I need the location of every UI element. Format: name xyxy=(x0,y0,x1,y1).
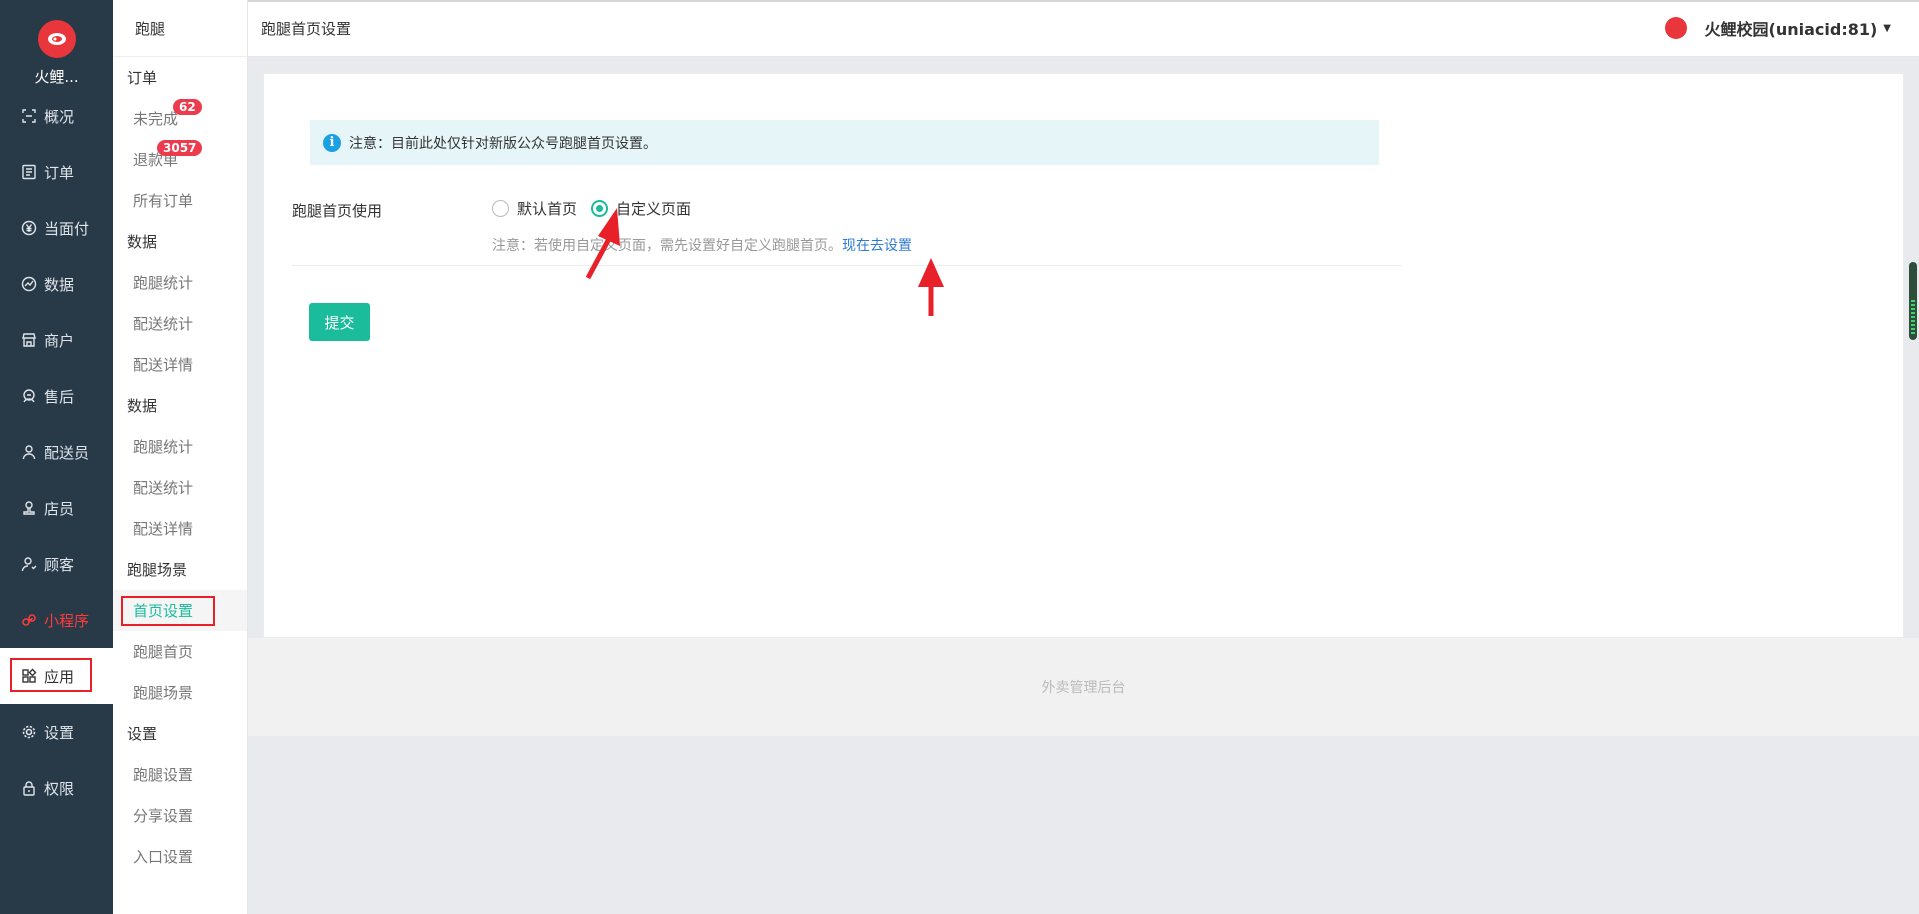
account-name: 火鲤校园(uniacid:81) xyxy=(1704,20,1878,39)
rail-label: 小程序 xyxy=(44,611,90,630)
settings-panel: i 注意：目前此处仅针对新版公众号跑腿首页设置。 跑腿首页使用 默认首页 自定义… xyxy=(263,73,1904,638)
sub-item-label: 未完成 xyxy=(133,110,179,128)
sub-item-delivery-stats[interactable]: 配送统计 xyxy=(113,303,247,344)
notice-text: 注意：目前此处仅针对新版公众号跑腿首页设置。 xyxy=(349,135,657,152)
annotation-highlight-box xyxy=(10,658,92,692)
sub-item-delivery-detail[interactable]: 配送详情 xyxy=(113,344,247,385)
sub-item-run-home[interactable]: 跑腿首页 xyxy=(113,631,247,672)
page-title: 跑腿首页设置 xyxy=(261,20,352,38)
group-scene: 跑腿场景 xyxy=(127,561,188,579)
radio-default-home[interactable]: 默认首页 xyxy=(492,198,577,219)
footer-text: 外卖管理后台 xyxy=(248,638,1919,736)
brand-name: 火鲤... xyxy=(34,67,79,86)
group-order: 订单 xyxy=(127,69,158,87)
notice-banner: i 注意：目前此处仅针对新版公众号跑腿首页设置。 xyxy=(310,120,1379,165)
top-bar: 跑腿首页设置 火鲤校园(uniacid:81) ▼ xyxy=(248,0,1919,57)
service-icon xyxy=(20,387,38,405)
rail-item-facepay[interactable]: 当面付 xyxy=(0,200,113,256)
annotation-highlight-box xyxy=(121,596,215,626)
radio-label: 默认首页 xyxy=(517,200,578,218)
sub-nav-title: 跑腿 xyxy=(113,0,247,57)
sub-item-unfinished[interactable]: 未完成 62 xyxy=(113,98,247,139)
rail-label: 店员 xyxy=(44,499,75,518)
sub-item-share-settings[interactable]: 分享设置 xyxy=(113,795,247,836)
sub-item-delivery-stats-2[interactable]: 配送统计 xyxy=(113,467,247,508)
sub-item-delivery-detail-2[interactable]: 配送详情 xyxy=(113,508,247,549)
radio-label: 自定义页面 xyxy=(616,200,692,218)
info-icon: i xyxy=(323,133,341,152)
hint-text: 注意：若使用自定义页面，需先设置好自定义跑腿首页。 xyxy=(492,238,842,254)
overview-icon xyxy=(20,107,38,125)
rail-label: 设置 xyxy=(44,723,75,742)
rail-label: 商户 xyxy=(44,331,75,350)
rail-label: 当面付 xyxy=(44,219,90,238)
sub-item-run-settings[interactable]: 跑腿设置 xyxy=(113,754,247,795)
home-usage-radio-group: 默认首页 自定义页面 xyxy=(492,198,705,219)
sub-item-home-settings[interactable]: 首页设置 xyxy=(113,590,247,631)
submit-button[interactable]: 提交 xyxy=(309,303,370,341)
rail-label: 顾客 xyxy=(44,555,75,574)
rail-item-permission[interactable]: 权限 xyxy=(0,760,113,816)
rail-item-customer[interactable]: 顾客 xyxy=(0,536,113,592)
rail-label: 订单 xyxy=(44,163,75,182)
brand-logo-icon[interactable] xyxy=(37,19,76,58)
count-badge: 62 xyxy=(173,99,202,115)
radio-checked-icon xyxy=(591,200,609,217)
gear-icon xyxy=(20,723,38,741)
sub-item-run-stats-2[interactable]: 跑腿统计 xyxy=(113,426,247,467)
account-avatar-icon xyxy=(1664,17,1687,39)
field-label: 跑腿首页使用 xyxy=(292,202,383,220)
rail-label: 权限 xyxy=(44,779,75,798)
store-icon xyxy=(20,331,38,349)
sub-item-all-orders[interactable]: 所有订单 xyxy=(113,180,247,221)
order-icon xyxy=(20,163,38,181)
group-settings: 设置 xyxy=(127,725,158,743)
sub-item-run-scene[interactable]: 跑腿场景 xyxy=(113,672,247,713)
go-setup-link[interactable]: 现在去设置 xyxy=(842,238,912,254)
chart-icon xyxy=(20,275,38,293)
account-menu[interactable]: 火鲤校园(uniacid:81) ▼ xyxy=(1664,16,1891,40)
brand: 火鲤... xyxy=(0,0,113,100)
rail-item-settings[interactable]: 设置 xyxy=(0,704,113,760)
field-hint: 注意：若使用自定义页面，需先设置好自定义跑腿首页。现在去设置 xyxy=(492,235,912,255)
radio-circle-icon xyxy=(492,200,509,217)
group-data: 数据 xyxy=(127,233,158,251)
home-usage-field: 跑腿首页使用 默认首页 自定义页面 注意：若使用自定义页面，需先设置好自定义跑腿… xyxy=(292,194,1402,266)
rail-label: 配送员 xyxy=(44,443,90,462)
top-strip xyxy=(248,0,1919,2)
count-badge: 3057 xyxy=(157,140,203,156)
rail-item-courier[interactable]: 配送员 xyxy=(0,424,113,480)
clerk-icon xyxy=(20,499,38,517)
rail-item-merchant[interactable]: 商户 xyxy=(0,312,113,368)
radio-custom-page[interactable]: 自定义页面 xyxy=(591,198,691,219)
main-nav-rail: 火鲤... 概况 订单 当面付 数据 商户 售后 配送员 店员 顾客 小程序 应… xyxy=(0,0,113,914)
sub-item-run-stats[interactable]: 跑腿统计 xyxy=(113,262,247,303)
sub-item-entry-settings[interactable]: 入口设置 xyxy=(113,836,247,877)
customer-icon xyxy=(20,555,38,573)
rail-label: 数据 xyxy=(44,275,75,294)
sub-nav-sidebar: 跑腿 订单 未完成 62 退款单 3057 所有订单 数据 跑腿统计 配送统计 … xyxy=(113,0,248,914)
chevron-down-icon: ▼ xyxy=(1883,22,1891,34)
courier-icon xyxy=(20,443,38,461)
scrollbar-thumb[interactable] xyxy=(1909,262,1917,340)
group-data-2: 数据 xyxy=(127,397,158,415)
rail-item-miniapp[interactable]: 小程序 xyxy=(0,592,113,648)
rail-item-clerk[interactable]: 店员 xyxy=(0,480,113,536)
rail-label: 售后 xyxy=(44,387,75,406)
rail-item-apps[interactable]: 应用 xyxy=(0,648,113,704)
rail-item-order[interactable]: 订单 xyxy=(0,144,113,200)
rail-item-data[interactable]: 数据 xyxy=(0,256,113,312)
rail-item-aftersale[interactable]: 售后 xyxy=(0,368,113,424)
lock-icon xyxy=(20,779,38,797)
rail-label: 概况 xyxy=(44,107,75,126)
rail-item-overview[interactable]: 概况 xyxy=(0,88,113,144)
miniapp-icon xyxy=(20,611,38,629)
yen-icon xyxy=(20,219,38,237)
sub-item-refund[interactable]: 退款单 3057 xyxy=(113,139,247,180)
